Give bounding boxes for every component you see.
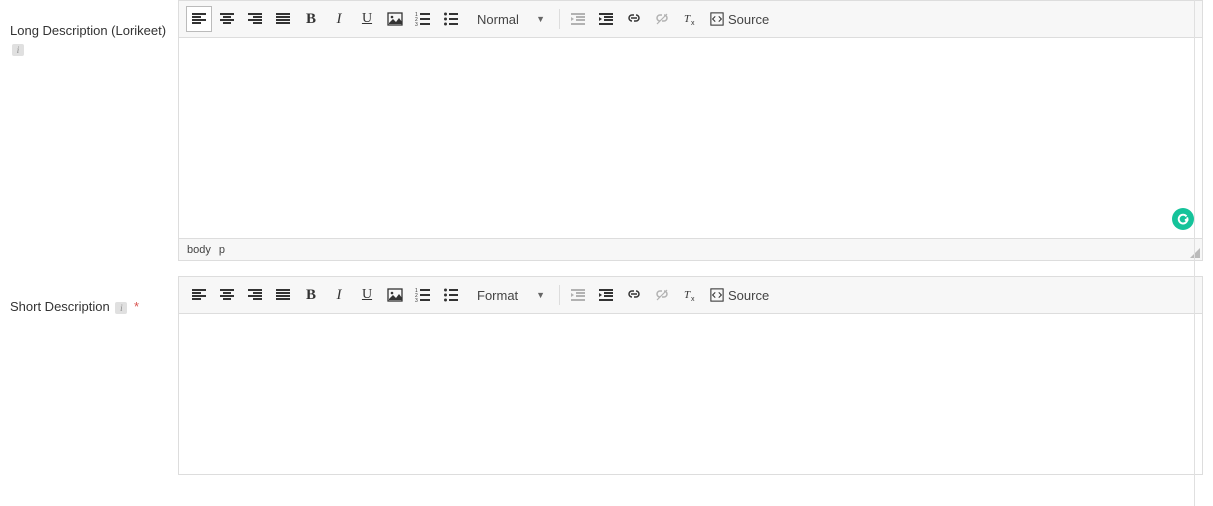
bold-button[interactable]: B bbox=[298, 282, 324, 308]
link-button[interactable] bbox=[621, 282, 647, 308]
justify-button[interactable] bbox=[270, 282, 296, 308]
elements-path-p[interactable]: p bbox=[219, 244, 225, 256]
bulleted-list-button[interactable] bbox=[438, 6, 464, 32]
link-button[interactable] bbox=[621, 6, 647, 32]
required-mark: * bbox=[134, 299, 139, 314]
editor-toolbar: B I U 123 Format ▼ Tx Source bbox=[179, 277, 1202, 314]
caret-down-icon: ▼ bbox=[536, 14, 545, 24]
resize-grip[interactable] bbox=[1190, 248, 1200, 258]
image-button[interactable] bbox=[382, 6, 408, 32]
align-right-button[interactable] bbox=[242, 282, 268, 308]
long-description-editor: B I U 123 Normal ▼ Tx Source body p bbox=[178, 0, 1203, 261]
caret-down-icon: ▼ bbox=[536, 290, 545, 300]
source-button-label: Source bbox=[728, 12, 769, 27]
outdent-button bbox=[565, 282, 591, 308]
toolbar-separator bbox=[559, 9, 560, 29]
italic-button[interactable]: I bbox=[326, 6, 352, 32]
svg-text:T: T bbox=[684, 289, 691, 301]
source-button-label: Source bbox=[728, 288, 769, 303]
toolbar-separator bbox=[559, 285, 560, 305]
image-button[interactable] bbox=[382, 282, 408, 308]
align-center-button[interactable] bbox=[214, 282, 240, 308]
remove-format-button[interactable]: Tx bbox=[677, 282, 703, 308]
grammarly-icon[interactable] bbox=[1172, 208, 1194, 230]
svg-text:3: 3 bbox=[415, 298, 418, 303]
bulleted-list-button[interactable] bbox=[438, 282, 464, 308]
source-button[interactable]: Source bbox=[704, 282, 775, 308]
format-select[interactable]: Format ▼ bbox=[469, 282, 551, 308]
short-description-editor: B I U 123 Format ▼ Tx Source bbox=[178, 276, 1203, 475]
format-select-label: Normal bbox=[477, 12, 519, 27]
editor-toolbar: B I U 123 Normal ▼ Tx Source bbox=[179, 1, 1202, 38]
align-right-button[interactable] bbox=[242, 6, 268, 32]
format-select[interactable]: Normal ▼ bbox=[469, 6, 551, 32]
info-icon[interactable]: i bbox=[115, 302, 127, 314]
info-icon[interactable]: i bbox=[12, 44, 24, 56]
align-left-button[interactable] bbox=[186, 6, 212, 32]
editor-content-area[interactable] bbox=[179, 38, 1202, 238]
justify-button[interactable] bbox=[270, 6, 296, 32]
numbered-list-button[interactable]: 123 bbox=[410, 282, 436, 308]
svg-text:T: T bbox=[684, 13, 691, 25]
unlink-button bbox=[649, 282, 675, 308]
editor-content-area[interactable] bbox=[179, 314, 1202, 474]
numbered-list-button[interactable]: 123 bbox=[410, 6, 436, 32]
outdent-button bbox=[565, 6, 591, 32]
long-description-label: Long Description (Lorikeet) bbox=[10, 23, 166, 38]
underline-button[interactable]: U bbox=[354, 282, 380, 308]
remove-format-button[interactable]: Tx bbox=[677, 6, 703, 32]
underline-button[interactable]: U bbox=[354, 6, 380, 32]
indent-button[interactable] bbox=[593, 6, 619, 32]
bold-button[interactable]: B bbox=[298, 6, 324, 32]
short-description-label: Short Description bbox=[10, 299, 110, 314]
unlink-button bbox=[649, 6, 675, 32]
align-left-button[interactable] bbox=[186, 282, 212, 308]
indent-button[interactable] bbox=[593, 282, 619, 308]
svg-text:x: x bbox=[691, 296, 695, 303]
align-center-button[interactable] bbox=[214, 6, 240, 32]
svg-text:3: 3 bbox=[415, 22, 418, 27]
italic-button[interactable]: I bbox=[326, 282, 352, 308]
format-select-label: Format bbox=[477, 288, 518, 303]
editor-statusbar: body p bbox=[179, 238, 1202, 260]
elements-path-body[interactable]: body bbox=[187, 244, 211, 256]
page-divider bbox=[1194, 0, 1195, 506]
source-button[interactable]: Source bbox=[704, 6, 775, 32]
svg-text:x: x bbox=[691, 20, 695, 27]
